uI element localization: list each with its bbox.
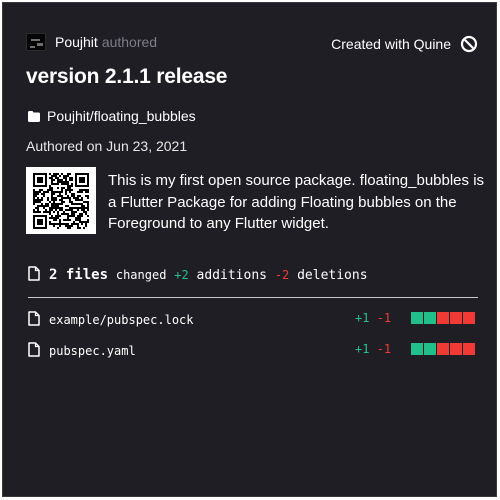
diff-block-addition bbox=[424, 343, 436, 355]
quine-logo-icon bbox=[459, 34, 479, 54]
additions-count: +2 bbox=[174, 268, 189, 282]
file-icon bbox=[28, 311, 40, 329]
changed-label: changed bbox=[115, 268, 167, 282]
author-line: Poujhit authored bbox=[55, 34, 157, 50]
diff-block-deletion bbox=[450, 312, 462, 324]
file-name: pubspec.yaml bbox=[49, 344, 136, 358]
diff-block-deletion bbox=[437, 312, 449, 324]
diff-block-deletion bbox=[450, 343, 462, 355]
card-header: Poujhit authored Created with Quine bbox=[26, 32, 481, 54]
file-name: example/pubspec.lock bbox=[49, 313, 194, 327]
file-icon bbox=[28, 266, 40, 285]
diff-block-deletion bbox=[463, 312, 475, 324]
repo-folder-icon bbox=[28, 109, 40, 125]
files-count: 2 files bbox=[49, 267, 109, 283]
file-deletions: -1 bbox=[376, 311, 392, 325]
qr-code bbox=[26, 167, 96, 234]
authored-label: authored bbox=[101, 34, 158, 50]
file-row[interactable]: pubspec.yaml +1 -1 bbox=[28, 340, 480, 360]
commit-title: version 2.1.1 release bbox=[26, 65, 228, 88]
deletions-label: deletions bbox=[297, 268, 368, 283]
file-deletions: -1 bbox=[376, 342, 392, 356]
created-with-label: Created with Quine bbox=[331, 36, 451, 52]
created-with-quine[interactable]: Created with Quine bbox=[331, 34, 479, 54]
authored-date: Authored on Jun 23, 2021 bbox=[26, 138, 188, 154]
diff-block-deletion bbox=[463, 343, 475, 355]
file-additions: +1 bbox=[355, 311, 370, 325]
additions-label: additions bbox=[196, 268, 267, 283]
deletions-count: -2 bbox=[274, 268, 290, 282]
divider bbox=[28, 297, 478, 298]
repo-line[interactable]: Poujhit/floating_bubbles bbox=[28, 108, 196, 125]
diff-block-deletion bbox=[437, 343, 449, 355]
commit-card: Poujhit authored Created with Quine versi… bbox=[2, 2, 497, 497]
file-icon bbox=[28, 342, 40, 360]
diff-block-addition bbox=[424, 312, 436, 324]
file-additions: +1 bbox=[355, 342, 370, 356]
commit-message: This is my first open source package. fl… bbox=[108, 172, 485, 232]
author-name[interactable]: Poujhit bbox=[55, 34, 98, 50]
diff-block-addition bbox=[411, 343, 423, 355]
diff-bar bbox=[411, 343, 475, 355]
avatar bbox=[26, 33, 46, 51]
diff-block-addition bbox=[411, 312, 423, 324]
repo-name: Poujhit/floating_bubbles bbox=[47, 108, 196, 124]
diff-summary: 2 files changed +2 additions -2 deletion… bbox=[28, 266, 368, 285]
diff-bar bbox=[411, 312, 475, 324]
file-row[interactable]: example/pubspec.lock +1 -1 bbox=[28, 309, 480, 329]
